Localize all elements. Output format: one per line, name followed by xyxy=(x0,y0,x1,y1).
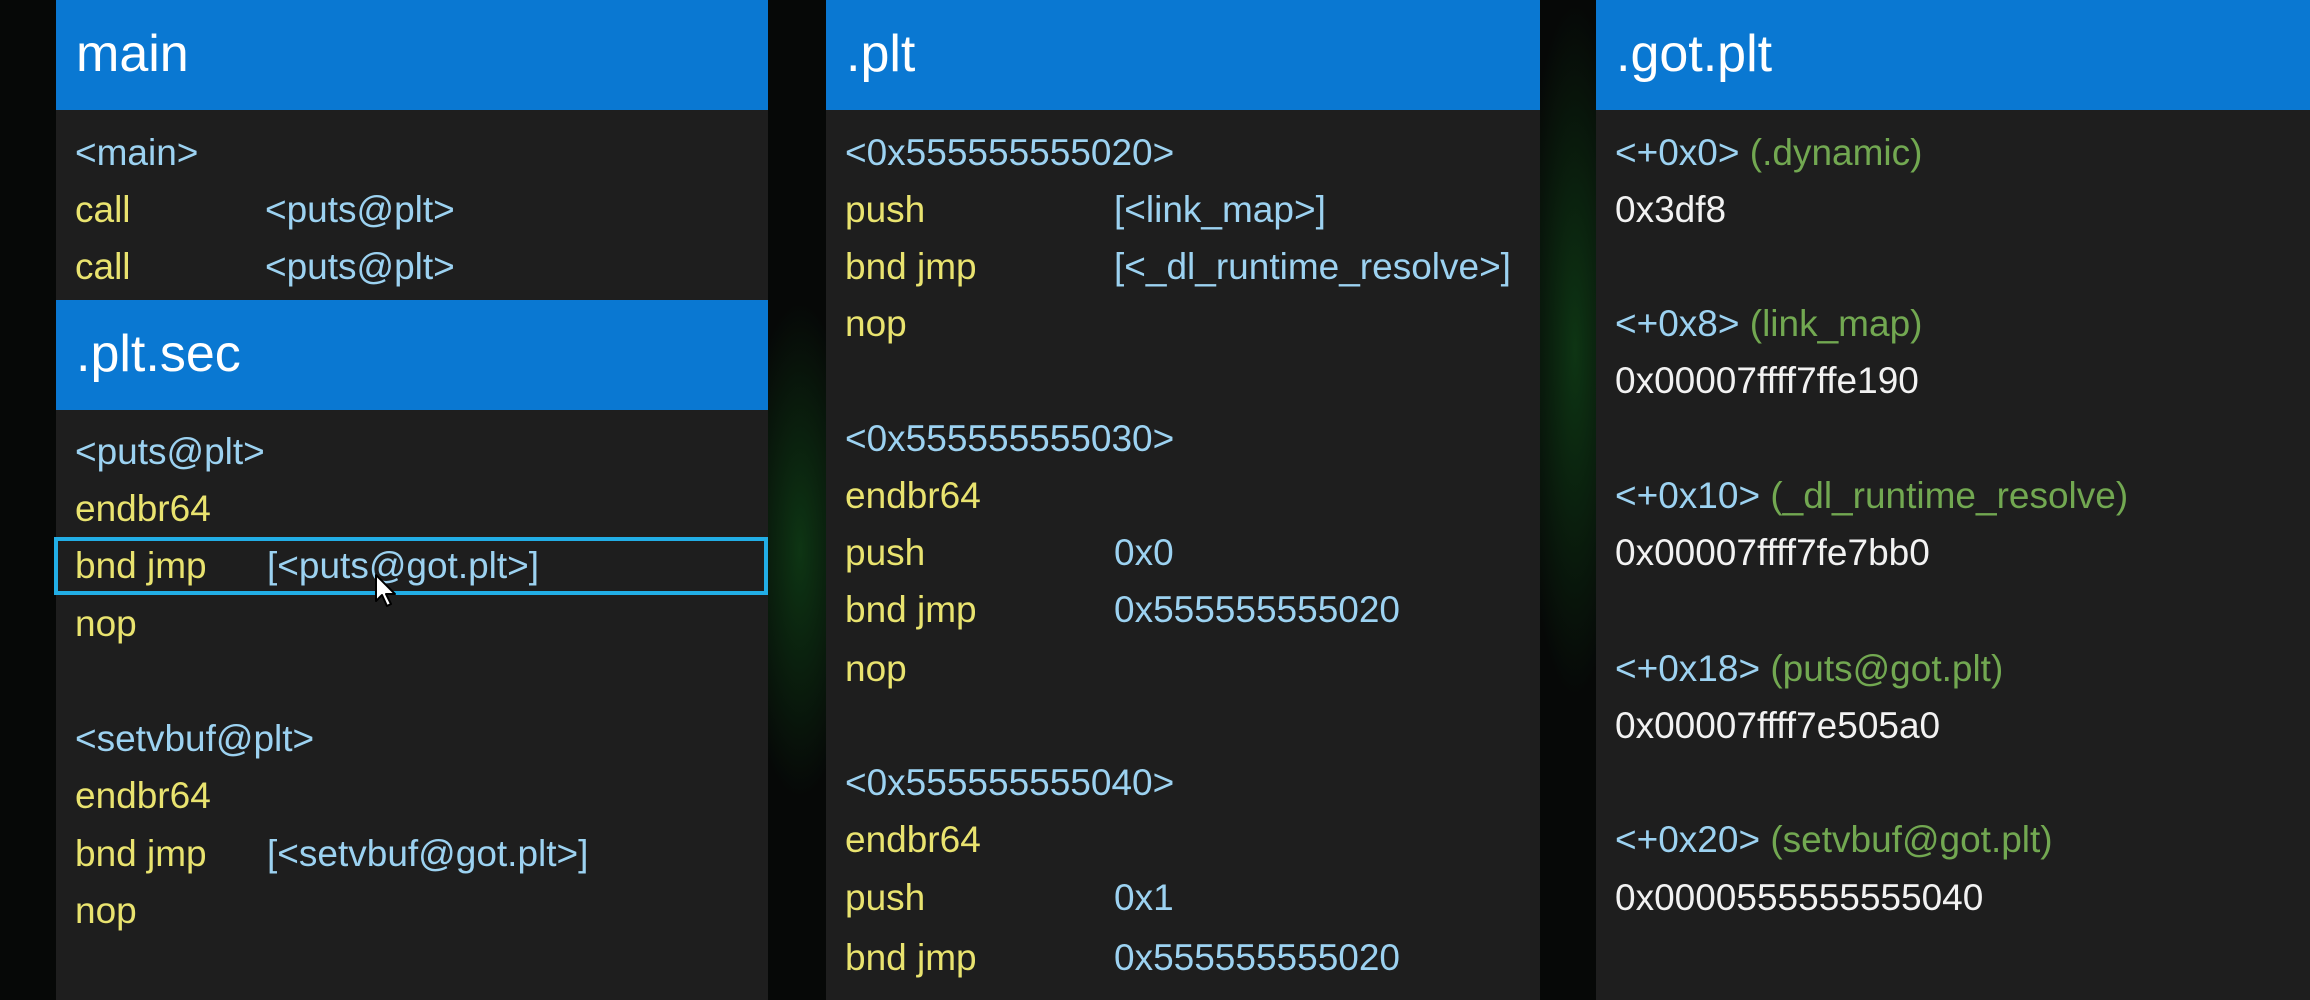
got-entry-value: 0x00007ffff7e505a0 xyxy=(1615,698,2310,754)
operand: 0x555555555020 xyxy=(1114,937,1401,978)
plt-section-header: .plt xyxy=(826,0,1540,110)
code-line: nop xyxy=(75,883,768,939)
mnemonic: endbr64 xyxy=(845,819,981,860)
code-line: nop xyxy=(75,596,768,652)
got-plt-section-header: .got.plt xyxy=(1596,0,2310,110)
operand: [<setvbuf@got.plt>] xyxy=(267,833,589,874)
code-label: <setvbuf@plt> xyxy=(75,711,768,767)
code-line: bnd jmp 0x555555555020 xyxy=(845,582,1540,638)
code-line: bnd jmp [<setvbuf@got.plt>] xyxy=(75,826,768,882)
label-text: <0x555555555040> xyxy=(845,762,1175,803)
code-label: <0x555555555020> xyxy=(845,125,1540,181)
operand: 0x1 xyxy=(1114,877,1174,918)
label-text: <0x555555555030> xyxy=(845,418,1175,459)
mnemonic: nop xyxy=(75,890,137,931)
main-panel: main <main> call <puts@plt> call <puts@p… xyxy=(54,0,768,1000)
mnemonic: nop xyxy=(75,603,137,644)
got-entry-label: <+0x20> (setvbuf@got.plt) xyxy=(1615,812,2310,868)
label-text: <setvbuf@plt> xyxy=(75,718,315,759)
code-line: endbr64 xyxy=(75,481,768,537)
code-line: call <puts@plt> xyxy=(75,182,768,238)
entry-offset: <+0x10> xyxy=(1615,475,1761,516)
main-section-header: main xyxy=(56,0,768,110)
code-line: push [<link_map>] xyxy=(845,182,1540,238)
plt-panel: .plt <0x555555555020> push [<link_map>] … xyxy=(826,0,1540,1000)
label-text: <0x555555555020> xyxy=(845,132,1175,173)
mouse-pointer-icon xyxy=(375,574,396,607)
mnemonic: bnd jmp xyxy=(75,545,207,586)
label-text: <puts@plt> xyxy=(75,431,265,472)
code-line: bnd jmp [<_dl_runtime_resolve>] xyxy=(845,239,1540,295)
got-entry-value: 0x0000555555555040 xyxy=(1615,870,2310,926)
mnemonic: endbr64 xyxy=(75,488,211,529)
got-entry-value: 0x00007ffff7ffe190 xyxy=(1615,353,2310,409)
code-line: nop xyxy=(845,296,1540,352)
mnemonic: push xyxy=(845,532,926,573)
operand: 0x0 xyxy=(1114,532,1174,573)
code-line: endbr64 xyxy=(845,468,1540,524)
code-label: <0x555555555040> xyxy=(845,755,1540,811)
mnemonic: bnd jmp xyxy=(845,589,977,630)
got-entry-label: <+0x0> (.dynamic) xyxy=(1615,125,2310,181)
mnemonic: call xyxy=(75,189,131,230)
got-entry-label: <+0x8> (link_map) xyxy=(1615,296,2310,352)
entry-offset: <+0x0> xyxy=(1615,132,1740,173)
code-line: endbr64 xyxy=(845,812,1540,868)
entry-name: (_dl_runtime_resolve) xyxy=(1770,475,2129,516)
operand: [<puts@got.plt>] xyxy=(267,545,540,586)
entry-value: 0x00007ffff7ffe190 xyxy=(1615,360,1919,401)
code-label: <main> xyxy=(75,125,768,181)
mnemonic: endbr64 xyxy=(845,475,981,516)
entry-offset: <+0x8> xyxy=(1615,303,1740,344)
entry-name: (link_map) xyxy=(1749,303,1923,344)
got-plt-panel: .got.plt <+0x0> (.dynamic) 0x3df8 <+0x8>… xyxy=(1596,0,2310,1000)
plt-sec-section-header: .plt.sec xyxy=(56,300,768,410)
code-line: endbr64 xyxy=(75,768,768,824)
entry-offset: <+0x18> xyxy=(1615,648,1761,689)
entry-name: (setvbuf@got.plt) xyxy=(1770,819,2053,860)
got-entry-label: <+0x10> (_dl_runtime_resolve) xyxy=(1615,468,2310,524)
code-line: push 0x1 xyxy=(845,870,1540,926)
got-entry-label: <+0x18> (puts@got.plt) xyxy=(1615,641,2310,697)
mnemonic: bnd jmp xyxy=(845,246,977,287)
mnemonic: nop xyxy=(845,648,907,689)
operand: 0x555555555020 xyxy=(1114,589,1401,630)
entry-name: (.dynamic) xyxy=(1749,132,1923,173)
operand: <puts@plt> xyxy=(265,189,455,230)
entry-value: 0x0000555555555040 xyxy=(1615,877,1984,918)
code-label: <0x555555555030> xyxy=(845,411,1540,467)
code-line-highlighted[interactable]: bnd jmp [<puts@got.plt>] xyxy=(75,538,768,594)
got-entry-value: 0x3df8 xyxy=(1615,182,2310,238)
entry-name: (puts@got.plt) xyxy=(1770,648,2004,689)
code-line: push 0x0 xyxy=(845,525,1540,581)
mnemonic: endbr64 xyxy=(75,775,211,816)
mnemonic: bnd jmp xyxy=(845,937,977,978)
entry-value: 0x3df8 xyxy=(1615,189,1727,230)
mnemonic: push xyxy=(845,877,926,918)
entry-value: 0x00007ffff7fe7bb0 xyxy=(1615,532,1930,573)
code-line: bnd jmp 0x555555555020 xyxy=(845,930,1540,986)
operand: [<link_map>] xyxy=(1114,189,1326,230)
operand: <puts@plt> xyxy=(265,246,455,287)
code-line: nop xyxy=(845,641,1540,697)
entry-value: 0x00007ffff7e505a0 xyxy=(1615,705,1941,746)
mnemonic: push xyxy=(845,189,926,230)
operand: [<_dl_runtime_resolve>] xyxy=(1114,246,1511,287)
label-text: <main> xyxy=(75,132,199,173)
code-line: call <puts@plt> xyxy=(75,239,768,295)
mnemonic: bnd jmp xyxy=(75,833,207,874)
mnemonic: call xyxy=(75,246,131,287)
entry-offset: <+0x20> xyxy=(1615,819,1761,860)
code-label: <puts@plt> xyxy=(75,424,768,480)
got-entry-value: 0x00007ffff7fe7bb0 xyxy=(1615,525,2310,581)
mnemonic: nop xyxy=(845,303,907,344)
